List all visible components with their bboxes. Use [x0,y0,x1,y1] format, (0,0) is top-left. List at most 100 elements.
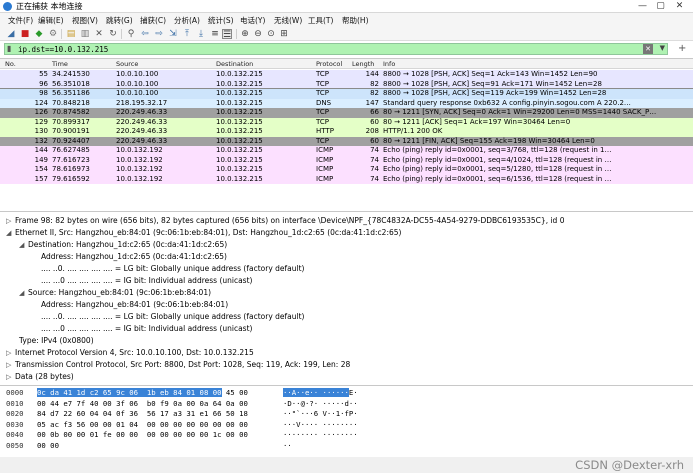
hex-bytes[interactable]: 0c da 41 1d c2 65 9c 06 1b eb 84 01 08 0… [37,388,248,399]
find-packet-icon[interactable]: ⚲ [126,29,136,39]
packet-row[interactable]: 132 70.924407 220.249.46.33 10.0.132.215 TCP… [0,136,693,146]
hex-offset: 0000 [6,388,24,397]
detail-line[interactable]: ▷ Data (28 bytes) [6,371,74,383]
menu-file[interactable]: 文件(F) [8,15,33,26]
collapse-arrow-icon[interactable]: ◢ [6,227,15,239]
col-length[interactable]: Length [352,60,374,68]
detail-line[interactable]: ◢ Ethernet II, Src: Hangzhou_eb:84:01 (9c… [6,227,401,239]
packet-row[interactable]: 124 70.848218 218.195.32.17 10.0.132.215 DNS… [0,98,693,108]
minimize-button[interactable]: — [634,0,651,12]
detail-line[interactable]: ▷ Transmission Control Protocol, Src Port… [6,359,350,371]
packet-cell-len: 66 [370,108,379,116]
autoscroll-icon[interactable]: ≡ [210,29,220,39]
menu-help[interactable]: 帮助(H) [342,15,369,26]
packet-list[interactable]: No. Time Source Destination Protocol Len… [0,58,693,212]
hex-ascii[interactable]: ··A··e·· ······E· [283,388,358,399]
hex-ascii[interactable]: ··"`···6 V··1·fP· [283,409,358,420]
packet-row[interactable]: 96 56.351018 10.0.10.100 10.0.132.215 TCP 82 8… [0,79,693,89]
go-to-packet-icon[interactable]: ⇲ [168,29,178,39]
packet-row[interactable]: 55 34.241530 10.0.10.100 10.0.132.215 TCP 144… [0,70,693,80]
colorize-icon[interactable]: ☰ [222,29,232,40]
collapse-arrow-icon[interactable]: ◢ [19,239,28,251]
stop-icon[interactable]: ■ [20,29,30,39]
shark-fin-start-icon[interactable]: ◢ [6,29,16,39]
menu-capture[interactable]: 捕获(C) [140,15,166,26]
detail-line[interactable]: .... ..0. .... .... .... .... = LG bit: … [41,263,304,275]
menu-telephony[interactable]: 电话(Y) [240,15,265,26]
expand-arrow-icon[interactable]: ▷ [6,359,15,371]
col-no[interactable]: No. [5,60,16,68]
maximize-button[interactable]: ▢ [652,0,669,12]
go-last-icon[interactable]: ⤓ [196,29,206,39]
display-filter-field[interactable]: ▮ ✕ ▼ [4,43,668,55]
hex-ascii[interactable]: ········ ········ [283,430,358,441]
expand-arrow-icon[interactable]: ▷ [6,215,15,227]
open-file-icon[interactable]: ▤ [66,29,76,39]
packet-row[interactable]: 149 77.616723 10.0.132.192 10.0.132.215 ICMP… [0,155,693,165]
go-back-icon[interactable]: ⇦ [140,29,150,39]
restart-icon[interactable]: ◆ [34,29,44,39]
packet-cell-no: 144 [34,146,48,154]
collapse-arrow-icon[interactable]: ◢ [19,287,28,299]
close-button[interactable]: ✕ [671,0,688,12]
detail-line[interactable]: ▷ Frame 98: 82 bytes on wire (656 bits), … [6,215,564,227]
bookmark-icon[interactable]: ▮ [7,44,11,53]
detail-line[interactable]: Address: Hangzhou_eb:84:01 (9c:06:1b:eb:… [41,299,228,311]
chevron-down-icon[interactable]: ▼ [660,44,665,52]
hex-bytes[interactable]: 05 ac f3 56 00 00 01 04 00 00 00 00 00 0… [37,420,248,431]
expand-arrow-icon[interactable]: ▷ [6,371,15,383]
plus-icon[interactable]: + [678,43,686,55]
hex-bytes[interactable]: 00 0b 00 00 01 fe 00 00 00 00 00 00 00 1… [37,430,248,441]
menu-wireless[interactable]: 无线(W) [274,15,302,26]
detail-line[interactable]: .... ...0 .... .... .... .... = IG bit: … [41,323,252,335]
go-forward-icon[interactable]: ⇨ [154,29,164,39]
menu-view[interactable]: 视图(V) [72,15,98,26]
col-info[interactable]: Info [383,60,395,68]
zoom-reset-icon[interactable]: ⊙ [266,29,276,39]
menu-analyze[interactable]: 分析(A) [174,15,200,26]
packet-cell-dst: 10.0.132.215 [216,174,263,183]
detail-line[interactable]: ◢ Source: Hangzhou_eb:84:01 (9c:06:1b:eb:… [19,287,211,299]
close-file-icon[interactable]: ✕ [94,29,104,39]
hex-bytes[interactable]: 00 00 [37,441,59,452]
packet-details[interactable]: ▷ Frame 98: 82 bytes on wire (656 bits), … [0,214,693,384]
col-source[interactable]: Source [116,60,138,68]
zoom-in-icon[interactable]: ⊕ [240,29,250,39]
packet-bytes[interactable]: 0000 0c da 41 1d c2 65 9c 06 1b eb 84 01 … [0,385,693,455]
packet-row[interactable]: 130 70.900191 220.249.46.33 10.0.132.215 HTT… [0,127,693,137]
hex-ascii[interactable]: ·· [283,441,292,452]
hex-ascii[interactable]: ·D··@·?· ·····d·· [283,399,358,410]
menu-tools[interactable]: 工具(T) [308,15,333,26]
expand-arrow-icon[interactable]: ▷ [6,347,15,359]
go-first-icon[interactable]: ⤒ [182,29,192,39]
menu-statistics[interactable]: 统计(S) [208,15,234,26]
resize-columns-icon[interactable]: ⊞ [279,29,289,39]
save-file-icon[interactable]: ▥ [80,29,90,39]
reload-icon[interactable]: ↻ [108,29,118,39]
col-protocol[interactable]: Protocol [316,60,342,68]
menu-edit[interactable]: 编辑(E) [38,15,64,26]
detail-line[interactable]: Address: Hangzhou_1d:c2:65 (0c:da:41:1d:… [41,251,227,263]
detail-line[interactable]: ◢ Destination: Hangzhou_1d:c2:65 (0c:da:4… [19,239,227,251]
menu-go[interactable]: 跳转(G) [106,15,133,26]
detail-line[interactable]: Type: IPv4 (0x0800) [19,335,94,347]
hex-bytes[interactable]: 84 d7 22 60 04 04 0f 36 56 17 a3 31 e1 6… [37,409,248,420]
col-time[interactable]: Time [52,60,68,68]
packet-row[interactable]: 126 70.874582 220.249.46.33 10.0.132.215 TCP… [0,108,693,118]
x-icon[interactable]: ✕ [643,44,653,54]
packet-row[interactable]: 154 78.616973 10.0.132.192 10.0.132.215 ICMP… [0,165,693,175]
hex-bytes[interactable]: 00 44 e7 7f 40 00 3f 06 b0 f9 0a 00 0a 6… [37,399,248,410]
packet-row[interactable]: 157 79.616592 10.0.132.192 10.0.132.215 ICMP… [0,174,693,184]
packet-row[interactable]: 98 56.351186 10.0.10.100 10.0.132.215 TCP 82 8… [0,88,693,100]
zoom-out-icon[interactable]: ⊖ [253,29,263,39]
detail-line[interactable]: .... ..0. .... .... .... .... = LG bit: … [41,311,304,323]
detail-line[interactable]: .... ...0 .... .... .... .... = IG bit: … [41,275,252,287]
filter-input[interactable] [18,44,638,54]
options-gear-icon[interactable]: ⚙ [48,29,58,39]
detail-line[interactable]: ▷ Internet Protocol Version 4, Src: 10.0.… [6,347,254,359]
packet-cell-info: 8800 → 1028 [PSH, ACK] Seq=91 Ack=171 Wi… [383,79,602,88]
packet-row[interactable]: 129 70.899317 220.249.46.33 10.0.132.215 TCP… [0,117,693,127]
hex-ascii[interactable]: ···V···· ········ [283,420,358,431]
packet-row[interactable]: 144 76.627485 10.0.132.192 10.0.132.215 ICMP… [0,146,693,156]
col-destination[interactable]: Destination [216,60,253,68]
